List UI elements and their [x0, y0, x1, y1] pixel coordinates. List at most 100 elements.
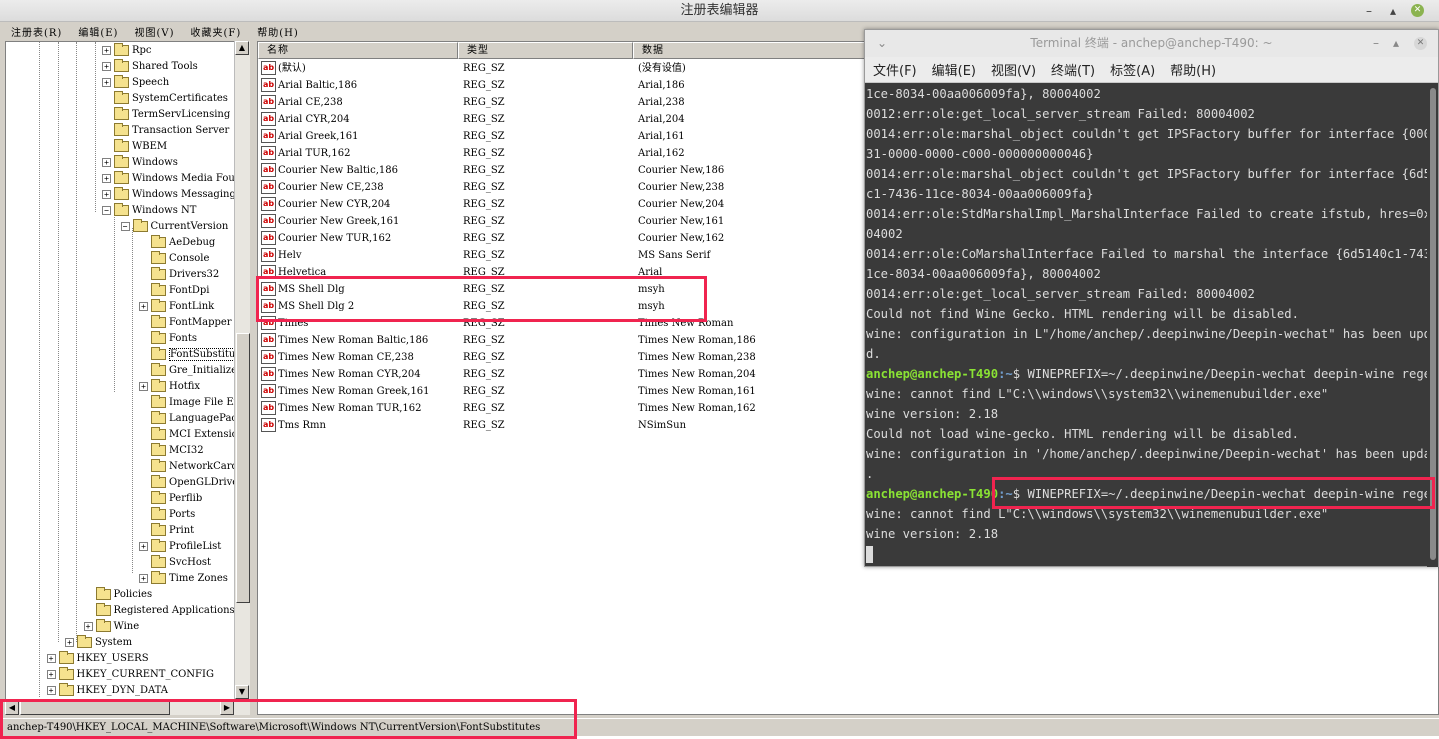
tree-node-label[interactable]: SvcHost [169, 557, 211, 568]
tree-expander-icon[interactable]: + [65, 637, 74, 647]
tree-node[interactable]: AeDebug [139, 234, 215, 250]
menu-view[interactable]: 视图(V) [134, 24, 174, 39]
tree-node[interactable]: FontDpi [139, 282, 210, 298]
tree-node-label[interactable]: HKEY_USERS [77, 653, 149, 664]
tree-node-label[interactable]: Registered Applications [114, 605, 235, 616]
value-row[interactable]: ab Arial TUR,162 REG_SZ Arial,162 [258, 145, 958, 162]
tree-node[interactable]: + System [65, 634, 132, 650]
terminal-menu-tabs[interactable]: 标签(A) [1110, 60, 1155, 79]
minimize-button[interactable]: – [1359, 0, 1379, 22]
tree-expander-icon[interactable]: + [102, 173, 111, 183]
tree-node[interactable]: OpenGLDrivers [139, 474, 248, 490]
tree-node-label[interactable]: Speech [132, 77, 169, 88]
tree-node[interactable]: Transaction Server [102, 122, 229, 138]
tree-node-label[interactable]: Console [169, 253, 209, 264]
tree-expander-icon[interactable]: + [139, 541, 148, 551]
tree-node-label[interactable]: Windows Messaging Su [132, 189, 249, 200]
value-row[interactable]: ab Courier New Baltic,186 REG_SZ Courier Ne… [258, 162, 958, 179]
value-row[interactable]: ab Arial CYR,204 REG_SZ Arial,204 [258, 111, 958, 128]
tree-node[interactable]: Console [139, 250, 209, 266]
tree-node[interactable]: LanguagePack [139, 410, 243, 426]
registry-tree[interactable]: + Rpc + Shared Tools + Speech SystemCertificat… [5, 41, 250, 701]
tree-node[interactable]: + Wine [83, 618, 139, 634]
tree-node-label[interactable]: MCI32 [169, 445, 204, 456]
tree-node[interactable]: + Windows Media Foundat [102, 170, 249, 186]
value-row[interactable]: ab Times New Roman Baltic,186 REG_SZ Times … [258, 332, 958, 349]
terminal-menu-help[interactable]: 帮助(H) [1170, 60, 1216, 79]
tree-node-label[interactable]: MCI Extension [169, 429, 244, 440]
column-type-header[interactable]: 类型 [458, 42, 633, 59]
value-row[interactable]: ab Helv REG_SZ MS Sans Serif [258, 247, 958, 264]
tree-node-label[interactable]: Time Zones [169, 573, 228, 584]
tree-expander-icon[interactable]: + [83, 621, 93, 631]
tree-node-label[interactable]: Drivers32 [169, 269, 219, 280]
tree-expander-icon[interactable]: + [102, 61, 111, 71]
tree-node-label[interactable]: Windows Media Foundat [132, 173, 249, 184]
tree-node[interactable]: Image File Exe [139, 394, 245, 410]
terminal-maximize-button[interactable]: ▴ [1393, 30, 1399, 57]
tree-node[interactable]: + HKEY_USERS [46, 650, 149, 666]
scroll-up-button[interactable]: ▲ [235, 41, 249, 55]
terminal-menu-file[interactable]: 文件(F) [873, 60, 917, 79]
tree-node[interactable]: + Windows [102, 154, 178, 170]
tree-node-label[interactable]: Gre_Initialize [169, 365, 237, 376]
tree-node-label[interactable]: Policies [114, 589, 153, 600]
tree-node-label[interactable]: Windows NT [132, 205, 196, 216]
tree-node-label[interactable]: System [95, 637, 132, 648]
tree-node-label[interactable]: FontDpi [169, 285, 210, 296]
value-row[interactable]: ab (默认) REG_SZ (没有设值) [258, 60, 958, 77]
tree-node[interactable]: + Time Zones [139, 570, 228, 586]
terminal-menu-edit[interactable]: 编辑(E) [932, 60, 976, 79]
tree-node[interactable]: + Hotfix [139, 378, 200, 394]
tree-node[interactable]: − Windows NT [102, 202, 196, 218]
tree-node-label[interactable]: HKEY_DYN_DATA [77, 685, 169, 696]
menu-favorites[interactable]: 收藏夹(F) [190, 24, 241, 39]
tree-node-label[interactable]: SystemCertificates [132, 93, 228, 104]
tree-node[interactable]: Perflib [139, 490, 202, 506]
terminal-menu-icon[interactable]: ⌄ [877, 30, 887, 57]
tree-expander-icon[interactable]: + [102, 189, 111, 199]
value-row[interactable]: ab Courier New Greek,161 REG_SZ Courier New… [258, 213, 958, 230]
tree-node[interactable]: Drivers32 [139, 266, 219, 282]
tree-node-label[interactable]: Ports [169, 509, 195, 520]
tree-node[interactable]: + Shared Tools [102, 58, 198, 74]
value-row[interactable]: ab Arial Greek,161 REG_SZ Arial,161 [258, 128, 958, 145]
terminal-close-button[interactable]: ✕ [1414, 37, 1427, 50]
tree-node[interactable]: MCI Extension [139, 426, 244, 442]
tree-node[interactable]: TermServLicensing [102, 106, 230, 122]
close-button[interactable]: ✕ [1411, 4, 1424, 17]
tree-node-label[interactable]: NetworkCards [169, 461, 243, 472]
value-row[interactable]: ab Times New Roman CYR,204 REG_SZ Times New… [258, 366, 958, 383]
maximize-button[interactable]: ▴ [1383, 0, 1403, 22]
tree-node[interactable]: + HKEY_DYN_DATA [46, 682, 169, 698]
tree-node[interactable]: Gre_Initialize [139, 362, 237, 378]
tree-expander-icon[interactable]: + [102, 45, 111, 55]
tree-node-label[interactable]: AeDebug [169, 237, 215, 248]
menu-edit[interactable]: 编辑(E) [78, 24, 118, 39]
value-row[interactable]: ab Arial CE,238 REG_SZ Arial,238 [258, 94, 958, 111]
tree-expander-icon[interactable]: + [139, 381, 148, 391]
tree-expander-icon[interactable]: + [46, 653, 56, 663]
tree-node[interactable]: + FontLink [139, 298, 214, 314]
tree-node-label[interactable]: Hotfix [169, 381, 200, 392]
tree-expander-icon[interactable]: − [120, 221, 130, 231]
tree-node[interactable]: + ProfileList [139, 538, 221, 554]
tree-node[interactable]: Print [139, 522, 194, 538]
tree-node-label[interactable]: LanguagePack [169, 413, 243, 424]
tree-node-label[interactable]: FontLink [169, 301, 214, 312]
tree-node[interactable]: FontMapper [139, 314, 232, 330]
value-row[interactable]: ab Courier New CYR,204 REG_SZ Courier New,2… [258, 196, 958, 213]
tree-node[interactable]: − CurrentVersion [120, 218, 228, 234]
tree-node[interactable]: Policies [84, 586, 153, 602]
tree-expander-icon[interactable]: + [46, 685, 56, 695]
tree-expander-icon[interactable]: + [46, 669, 56, 679]
tree-expander-icon[interactable]: + [102, 77, 111, 87]
value-row[interactable]: ab Tms Rmn REG_SZ NSimSun [258, 417, 958, 434]
tree-node-label[interactable]: FontMapper [169, 317, 232, 328]
tree-node-label[interactable]: Fonts [169, 333, 197, 344]
column-name-header[interactable]: 名称 [258, 42, 458, 59]
tree-vertical-scrollbar[interactable]: ▲ ▼ [234, 41, 250, 701]
tree-node-label[interactable]: HKEY_CURRENT_CONFIG [77, 669, 214, 680]
tree-node-label[interactable]: WBEM [132, 141, 167, 152]
terminal-menu-terminal[interactable]: 终端(T) [1051, 60, 1095, 79]
